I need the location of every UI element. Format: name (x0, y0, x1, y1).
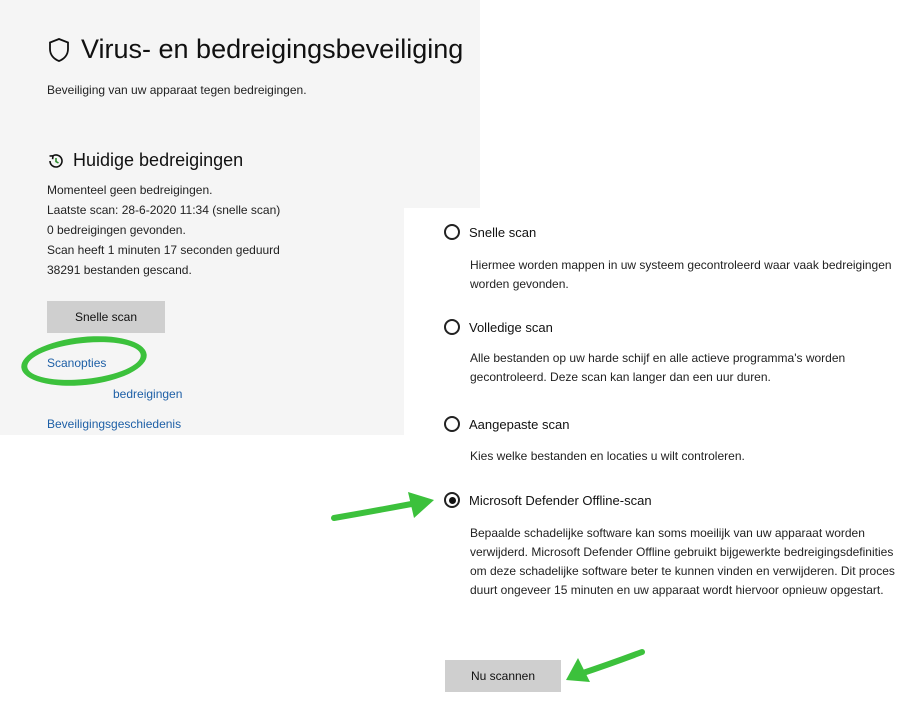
scan-duration-line: Scan heeft 1 minuten 17 seconden geduurd (47, 243, 280, 257)
files-scanned-line: 38291 bestanden gescand. (47, 263, 192, 277)
option-offline-scan[interactable]: Microsoft Defender Offline-scan (444, 492, 652, 508)
option-custom-scan[interactable]: Aangepaste scan (444, 416, 569, 432)
scan-options-panel: Snelle scan Hiermee worden mappen in uw … (404, 208, 910, 704)
option-label: Snelle scan (469, 224, 537, 240)
radio-offline-scan[interactable] (444, 492, 460, 508)
page-subtitle: Beveiliging van uw apparaat tegen bedrei… (47, 83, 307, 97)
shield-icon (49, 37, 69, 62)
page-title-text: Virus- en bedreigingsbeveiliging (81, 34, 464, 64)
option-description: Alle bestanden op uw harde schijf en all… (470, 351, 846, 384)
option-full-scan[interactable]: Volledige scan (444, 319, 553, 335)
option-description: Kies welke bestanden en locaties u wilt … (470, 449, 745, 463)
radio-full-scan[interactable] (444, 319, 460, 335)
option-description: Bepaalde schadelijke software kan soms m… (470, 526, 895, 597)
threats-found-line: 0 bedreigingen gevonden. (47, 223, 186, 237)
section-title-text: Huidige bedreigingen (73, 150, 244, 170)
option-quick-scan[interactable]: Snelle scan (444, 224, 536, 240)
quick-scan-button[interactable]: Snelle scan (47, 301, 165, 333)
green-arrow-left-annotation (566, 649, 645, 682)
radio-quick-scan[interactable] (444, 224, 460, 240)
green-circle-annotation (18, 330, 150, 392)
radio-custom-scan[interactable] (444, 416, 460, 432)
status-line: Momenteel geen bedreigingen. (47, 183, 213, 197)
last-scan-line: Laatste scan: 28-6-2020 11:34 (snelle sc… (47, 203, 281, 217)
protection-history-link[interactable]: Beveiligingsgeschiedenis (47, 417, 181, 431)
allowed-threats-link[interactable]: bedreigingen (113, 387, 182, 401)
refresh-clock-icon (49, 153, 63, 168)
section-title-current-threats: Huidige bedreigingen (47, 150, 243, 171)
page-title: Virus- en bedreigingsbeveiliging (47, 34, 463, 65)
option-description: Hiermee worden mappen in uw systeem geco… (470, 258, 892, 291)
option-label: Volledige scan (469, 319, 553, 335)
option-label: Aangepaste scan (469, 416, 570, 432)
option-label: Microsoft Defender Offline-scan (469, 492, 652, 508)
green-arrow-right-annotation (331, 492, 434, 521)
scan-now-button[interactable]: Nu scannen (445, 660, 561, 692)
